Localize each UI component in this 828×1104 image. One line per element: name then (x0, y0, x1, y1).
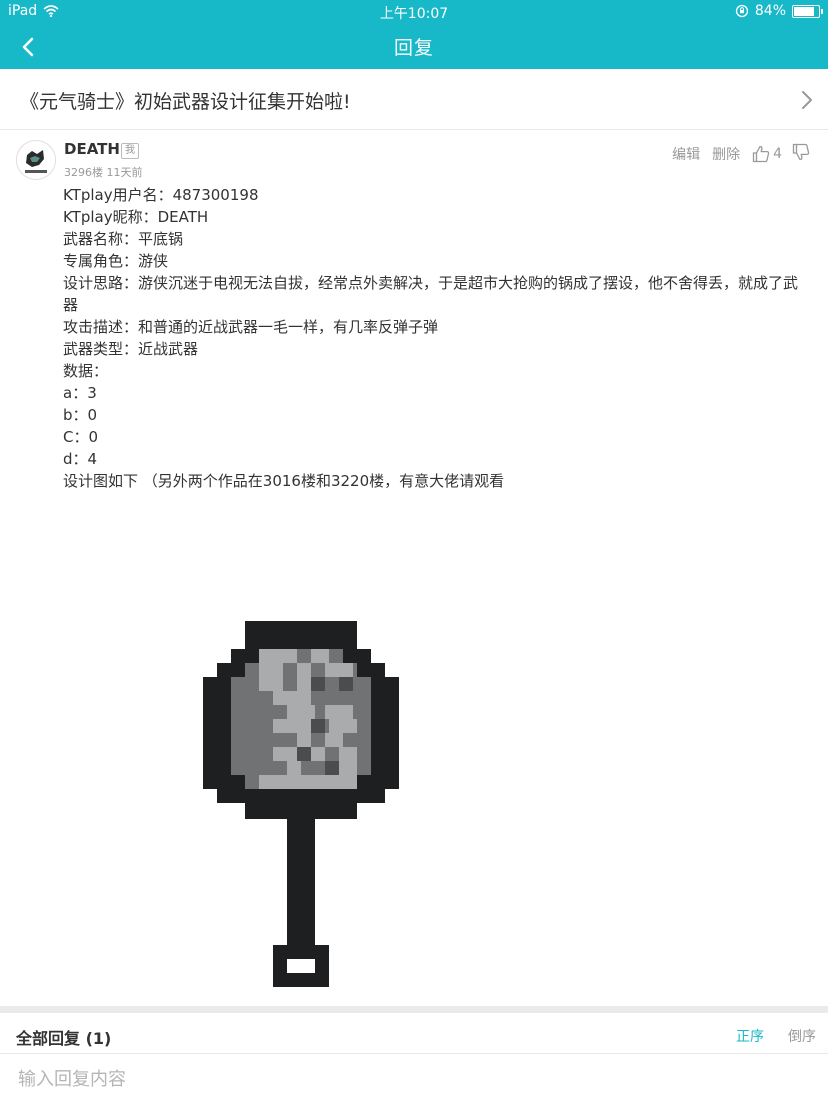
delete-button[interactable]: 删除 (712, 144, 740, 164)
post-line: a：3 (63, 384, 97, 402)
frying-pan-pixel-art[interactable] (201, 621, 401, 989)
post-body: KTplay用户名：487300198 KTplay昵称：DEATH 武器名称：… (63, 184, 811, 492)
post-line: 专属角色：游侠 (63, 252, 169, 270)
like-count: 4 (773, 146, 782, 162)
post-line: 设计图如下 （另外两个作品在3016楼和3220楼，有意大佬请观看 (63, 472, 505, 490)
post-author[interactable]: DEATH (64, 140, 120, 158)
thumbs-up-icon (752, 145, 770, 163)
thumbs-down-icon (792, 143, 810, 161)
post-line: 武器名称：平底锅 (63, 230, 184, 248)
battery-icon (792, 4, 823, 18)
status-bar: iPad 上午10:07 84% (0, 0, 828, 24)
dislike-button[interactable] (792, 143, 810, 165)
battery-percent: 84% (754, 3, 786, 19)
post-line: b：0 (63, 406, 98, 424)
edit-button[interactable]: 编辑 (672, 144, 700, 164)
section-divider (0, 1006, 828, 1013)
sort-descending-button[interactable]: 倒序 (788, 1026, 816, 1046)
topic-link[interactable]: 《元气骑士》初始武器设计征集开始啦! (0, 69, 828, 130)
replies-title: 全部回复 (1) (16, 1029, 112, 1048)
replies-header: 全部回复 (1) 正序 倒序 (0, 1013, 828, 1054)
me-badge: 我 (121, 143, 139, 159)
sort-ascending-button[interactable]: 正序 (736, 1026, 764, 1046)
avatar[interactable] (16, 140, 56, 180)
topic-title: 《元气骑士》初始武器设计征集开始啦! (20, 91, 351, 113)
post-line: 设计思路：游侠沉迷于电视无法自拔，经常点外卖解决，于是超市大抢购的锅成了摆设，他… (63, 274, 799, 314)
post-line: KTplay用户名：487300198 (63, 186, 259, 204)
chevron-right-icon (802, 91, 812, 109)
post-line: d：4 (63, 450, 98, 468)
post-actions: 编辑 删除 4 (672, 143, 810, 165)
nav-bar: 回复 (0, 24, 828, 69)
post-line: KTplay昵称：DEATH (63, 208, 209, 226)
status-time: 上午10:07 (379, 6, 449, 22)
post-line: 武器类型：近战武器 (63, 340, 199, 358)
page-title: 回复 (393, 37, 434, 59)
app-header: iPad 上午10:07 84% 回复 (0, 0, 828, 69)
like-button[interactable]: 4 (752, 145, 782, 163)
post-line: C：0 (63, 428, 99, 446)
reply-input[interactable] (0, 1054, 828, 1104)
post-line: 数据： (63, 362, 109, 380)
orientation-lock-icon (735, 4, 749, 18)
avatar-image (17, 141, 55, 179)
post-meta: 3296楼 11天前 (64, 166, 143, 179)
post-line: 攻击描述：和普通的近战武器一毛一样，有几率反弹子弹 (63, 318, 439, 336)
